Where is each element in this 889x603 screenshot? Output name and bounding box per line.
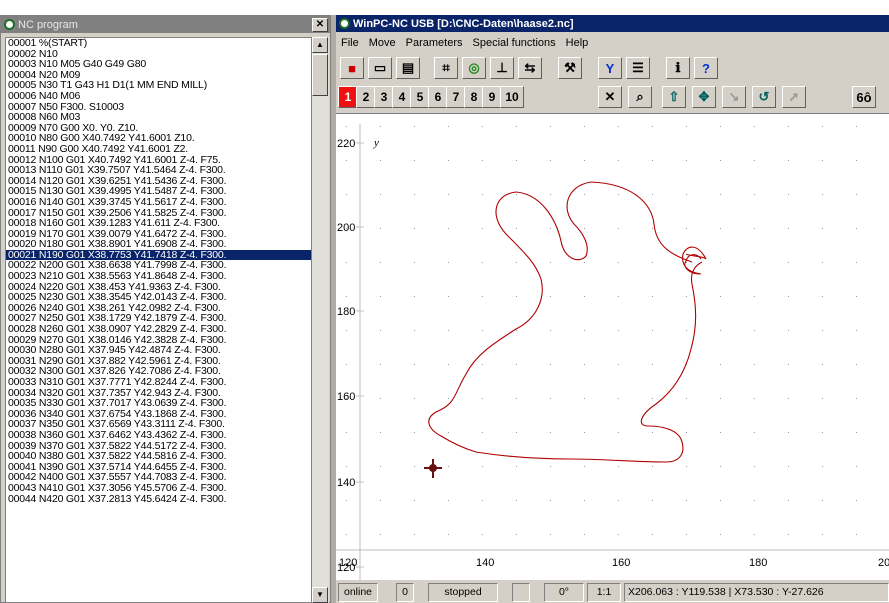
zero-point-icon[interactable]: ⊥ [490,57,514,79]
stop-icon[interactable]: ■ [340,57,364,79]
nc-line[interactable]: 00043 N410 G01 X37.3056 Y45.5706 Z-4. F3… [6,483,311,494]
status-scale: 1:1 [587,583,621,602]
scroll-up-icon[interactable]: ▲ [312,37,328,53]
toolpath-line [428,181,707,463]
plot-canvas: 220200180160140120y120 140 160 180 20 [336,124,889,580]
nc-line[interactable]: 00001 %(START) [6,38,311,49]
nc-program-scrollbar[interactable]: ▲ ▼ [312,37,329,603]
status-field: 0 [396,583,414,602]
contour-icon[interactable]: ⌗ [434,57,458,79]
toolbar-views: 1 2 3 4 5 6 7 8 9 10 ✕ ⌕ ⇧ ✥ ↘ ↺ ➚ 6ô [336,84,889,110]
reference-icon[interactable]: ⇆ [518,57,542,79]
menu-special-functions[interactable]: Special functions [468,37,561,49]
y-tick-label: 180 [337,306,355,318]
open-folder-icon[interactable]: ▭ [368,57,392,79]
main-titlebar[interactable]: WinPC-NC USB [D:\CNC-Daten\haase2.nc] [336,15,889,32]
app-icon [4,19,15,30]
winpc-main-window: WinPC-NC USB [D:\CNC-Daten\haase2.nc] Fi… [336,15,889,603]
menu-file[interactable]: File [336,37,364,49]
menu-help[interactable]: Help [561,37,594,49]
color-wheel-icon[interactable]: ◎ [462,57,486,79]
view-6-button[interactable]: 6 [428,86,448,108]
close-icon[interactable]: ✕ [312,18,328,32]
x-tick-label: 140 [476,557,494,569]
nc-program-title: NC program [18,18,78,31]
menu-parameters[interactable]: Parameters [401,37,468,49]
x-tick-label: 120 [339,557,357,569]
x-tick-label: 20 [878,557,889,569]
status-coordinates: X206.063 : Y119.538 | X73.530 : Y-27.626 [624,583,889,602]
help-icon[interactable]: ? [694,57,718,79]
filter-icon[interactable]: Y [598,57,622,79]
status-state: stopped [428,583,498,602]
view-4-button[interactable]: 4 [392,86,412,108]
view-9-button[interactable]: 9 [482,86,502,108]
list-icon[interactable]: ☰ [626,57,650,79]
tool-icon[interactable]: ⚒ [558,57,582,79]
scroll-thumb[interactable] [312,54,328,96]
nc-line[interactable]: 00038 N360 G01 X37.6462 Y43.4362 Z-4. F3… [6,430,311,441]
nc-line[interactable]: 00033 N310 G01 X37.7771 Y42.8244 Z-4. F3… [6,377,311,388]
menu-bar: File Move Parameters Special functions Help [336,33,889,53]
nc-program-window: NC program ✕ 00001 %(START) 00002 N10 0000… [0,15,331,603]
zoom-icon[interactable]: ⌕ [628,86,652,108]
nc-line[interactable]: 00011 N90 G00 X40.7492 Y41.6001 Z2. [6,144,311,155]
view-5-button[interactable]: 5 [410,86,430,108]
document-icon[interactable]: ▤ [396,57,420,79]
view-10-button[interactable]: 10 [500,86,524,108]
up-arrow-icon[interactable]: ⇧ [662,86,686,108]
y-tick-label: 220 [337,138,355,150]
nc-line[interactable]: 00044 N420 G01 X37.2813 Y45.6424 Z-4. F3… [6,493,311,505]
toolpath-plot[interactable]: 220 200 180 160 140 120 y 120 140 160 180 20 [336,113,889,580]
move-icon[interactable]: ✥ [692,86,716,108]
y-axis-label: y [373,137,379,149]
app-icon [339,18,350,29]
glasses-icon[interactable]: 6ô [852,86,876,108]
view-3-button[interactable]: 3 [374,86,394,108]
y-tick-label: 140 [337,477,355,489]
toolbar-main: ■ ▭ ▤ ⌗ ◎ ⊥ ⇆ ⚒ Y ☰ ℹ? [336,55,889,81]
nc-program-titlebar[interactable]: NC program ✕ [1,16,330,33]
info-icon[interactable]: ℹ [666,57,690,79]
scroll-down-icon[interactable]: ▼ [312,587,328,603]
status-blank [512,583,530,602]
nc-line[interactable]: 00016 N140 G01 X39.3745 Y41.5617 Z-4. F3… [6,197,311,208]
main-title: WinPC-NC USB [D:\CNC-Daten\haase2.nc] [353,17,574,30]
view-7-button[interactable]: 7 [446,86,466,108]
y-tick-label: 160 [337,391,355,403]
rotate-icon[interactable]: ↺ [752,86,776,108]
menu-move[interactable]: Move [364,37,401,49]
x-tick-label: 160 [612,557,630,569]
status-angle: 0° [544,583,584,602]
nc-line[interactable]: 00006 N40 M06 [6,91,311,102]
clear-icon[interactable]: ✕ [598,86,622,108]
y-tick-label: 200 [337,222,355,234]
view-2-button[interactable]: 2 [356,86,376,108]
status-online: online [338,583,378,602]
crosshair-marker [429,464,437,472]
arrows-icon[interactable]: ➚ [782,86,806,108]
nc-program-listbox[interactable]: 00001 %(START) 00002 N10 00003 N10 M05 G40… [5,37,312,603]
pen-icon[interactable]: ↘ [722,86,746,108]
view-8-button[interactable]: 8 [464,86,484,108]
x-tick-label: 180 [749,557,767,569]
view-1-button[interactable]: 1 [338,86,358,108]
status-bar: online 0 stopped 0° 1:1 X206.063 : Y119.… [336,581,889,603]
